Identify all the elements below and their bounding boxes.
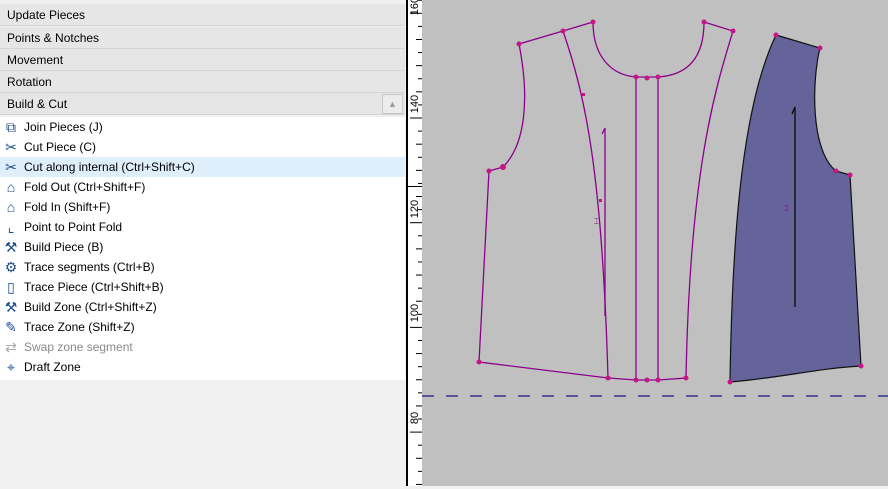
menu-item-trace-zone[interactable]: ✎ Trace Zone (Shift+Z) (0, 317, 405, 337)
section-label: Update Pieces (7, 8, 86, 22)
join-pieces-icon: ⧉ (6, 119, 16, 135)
section-build-cut[interactable]: Build & Cut ▲ (0, 93, 405, 115)
menu-item-label: Build Piece (B) (24, 240, 104, 254)
menu-item-join-pieces[interactable]: ⧉ Join Pieces (J) (0, 117, 405, 137)
menu-item-label: Join Pieces (J) (24, 120, 103, 134)
section-label: Points & Notches (7, 31, 100, 45)
section-movement[interactable]: Movement (0, 49, 405, 71)
menu-item-trace-segments[interactable]: ⚙ Trace segments (Ctrl+B) (0, 257, 405, 277)
section-label: Build & Cut (7, 97, 68, 111)
trace-piece-icon: ▯ (7, 279, 15, 295)
menu-item-fold-out[interactable]: ⌂ Fold Out (Ctrl+Shift+F) (0, 177, 405, 197)
menu-item-label: Cut Piece (C) (24, 140, 97, 154)
point-fold-icon: ⌞ (7, 219, 15, 235)
build-zone-icon: ⚒ (4, 299, 18, 315)
menu-item-label: Fold In (Shift+F) (24, 200, 111, 214)
piece-marker-icon: ⌶ (594, 217, 599, 226)
vertical-ruler: 160 140 120 100 80 (406, 0, 422, 486)
menu-item-fold-in[interactable]: ⌂ Fold In (Shift+F) (0, 197, 405, 217)
menu-item-label: Trace Piece (Ctrl+Shift+B) (24, 280, 164, 294)
trace-zone-icon: ✎ (5, 319, 17, 335)
section-rotation[interactable]: Rotation (0, 71, 405, 93)
menu-item-point-fold[interactable]: ⌞ Point to Point Fold (0, 217, 405, 237)
menu-item-cut-internal[interactable]: ✂ Cut along internal (Ctrl+Shift+C) (0, 157, 405, 177)
menu-item-label: Cut along internal (Ctrl+Shift+C) (24, 160, 195, 174)
menu-item-build-zone[interactable]: ⚒ Build Zone (Ctrl+Shift+Z) (0, 297, 405, 317)
grain-line (601, 127, 606, 316)
fold-out-icon: ⌂ (6, 179, 16, 195)
menu-item-build-piece[interactable]: ⚒ Build Piece (B) (0, 237, 405, 257)
tool-panel: Update Pieces Points & Notches Movement … (0, 0, 406, 486)
fold-in-icon: ⌂ (6, 199, 16, 215)
menu-item-label: Fold Out (Ctrl+Shift+F) (24, 180, 146, 194)
menu-item-label: Build Zone (Ctrl+Shift+Z) (24, 300, 157, 314)
section-label: Movement (7, 53, 64, 67)
trace-segments-icon: ⚙ (4, 259, 18, 275)
triangle-up-icon: ▲ (388, 99, 397, 109)
menu-item-cut-piece[interactable]: ✂ Cut Piece (C) (0, 137, 405, 157)
collapse-button[interactable]: ▲ (382, 94, 403, 114)
cursor-marker (406, 186, 422, 187)
menu-item-draft-zone[interactable]: ⌖ Draft Zone (0, 357, 405, 377)
cut-piece-icon: ✂ (5, 139, 17, 155)
menu-item-trace-piece[interactable]: ▯ Trace Piece (Ctrl+Shift+B) (0, 277, 405, 297)
seam-line (562, 30, 609, 379)
section-label: Rotation (7, 75, 52, 89)
swap-zone-icon: ⇄ (5, 339, 17, 355)
ruler-ticks (410, 0, 422, 485)
menu-item-label: Point to Point Fold (24, 220, 123, 234)
draft-zone-icon: ⌖ (7, 359, 15, 375)
pattern-canvas[interactable]: ⌶ ⌶ (422, 0, 888, 486)
menu-item-label: Trace Zone (Shift+Z) (24, 320, 135, 334)
build-piece-icon: ⚒ (4, 239, 18, 255)
section-update-pieces[interactable]: Update Pieces (0, 4, 405, 26)
menu-item-swap-zone[interactable]: ⇄ Swap zone segment (0, 337, 405, 357)
cut-internal-icon: ✂ (5, 159, 17, 175)
menu-item-label: Draft Zone (24, 360, 81, 374)
section-points-notches[interactable]: Points & Notches (0, 27, 405, 49)
build-cut-menu: ⧉ Join Pieces (J) ✂ Cut Piece (C) ✂ Cut along… (0, 117, 405, 380)
piece-marker-icon: ⌶ (784, 204, 789, 213)
pattern-drawing[interactable]: ⌶ ⌶ (422, 0, 888, 486)
menu-item-label: Trace segments (Ctrl+B) (24, 260, 155, 274)
menu-item-label: Swap zone segment (24, 340, 133, 354)
